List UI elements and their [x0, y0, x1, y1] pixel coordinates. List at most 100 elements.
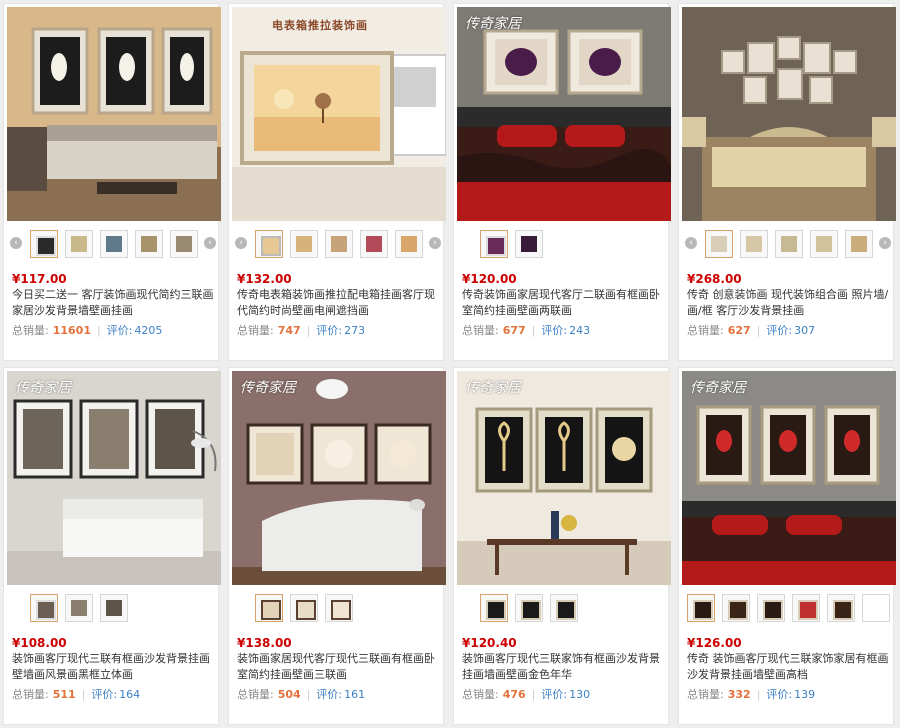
product-card[interactable]: ‹ › ¥268.00 传奇 创意装饰画 现代装饰组合画 照片墙/画/框 客厅沙…: [678, 3, 896, 361]
product-stats: 总销量: 476 | 评价: 130: [462, 686, 666, 702]
thumbnail[interactable]: [550, 594, 578, 622]
thumbnail[interactable]: [515, 594, 543, 622]
product-stats: 总销量: 332 | 评价: 139: [687, 686, 891, 702]
review-count[interactable]: 307: [794, 324, 815, 337]
sales-label: 总销量:: [687, 688, 724, 701]
product-card[interactable]: 传奇家居 ¥120.00 传奇装饰画家居现代客厅二联画有框画卧室简约挂画壁画两联…: [453, 3, 671, 361]
product-card[interactable]: 传奇家居 ¥108.00 装饰画客厅现代三联有框画沙发背景挂画壁墙画风景画黑框立…: [3, 367, 221, 725]
review-label[interactable]: 评价:: [316, 688, 342, 701]
thumbnail[interactable]: [395, 230, 423, 258]
thumbnail[interactable]: [757, 594, 785, 622]
prev-arrow-icon[interactable]: ‹: [685, 237, 697, 249]
product-card[interactable]: 传奇家居 ¥126.00 传奇 装饰画客厅现代三联家饰家居有框画沙发背景挂画墙壁…: [678, 367, 896, 725]
thumbnail[interactable]: [255, 230, 283, 258]
thumbnail[interactable]: [100, 230, 128, 258]
review-label[interactable]: 评价:: [541, 324, 567, 337]
prev-arrow-icon[interactable]: ‹: [10, 237, 22, 249]
product-title[interactable]: 传奇电表箱装饰画推拉配电箱挂画客厅现代简约时尚壁画电闸遮挡画: [237, 287, 441, 319]
next-arrow-icon[interactable]: ›: [204, 237, 216, 249]
product-image[interactable]: 传奇家居: [232, 371, 446, 585]
prev-arrow-icon[interactable]: ‹: [235, 237, 247, 249]
thumbnail[interactable]: [480, 230, 508, 258]
review-count[interactable]: 4205: [134, 324, 162, 337]
thumbnail[interactable]: [740, 230, 768, 258]
review-count[interactable]: 273: [344, 324, 365, 337]
thumbnail[interactable]: [827, 594, 855, 622]
thumbnail[interactable]: [810, 230, 838, 258]
thumbnail[interactable]: [862, 594, 890, 622]
product-image[interactable]: 电表箱推拉装饰画: [232, 7, 446, 221]
thumbnail[interactable]: [792, 594, 820, 622]
review-label[interactable]: 评价:: [91, 688, 117, 701]
next-arrow-icon[interactable]: ›: [879, 237, 891, 249]
thumbnail[interactable]: [30, 594, 58, 622]
thumbnail-image: [71, 236, 87, 252]
next-arrow-icon[interactable]: ›: [429, 237, 441, 249]
review-label[interactable]: 评价:: [766, 688, 792, 701]
sales-count: 476: [502, 688, 526, 701]
review-label[interactable]: 评价:: [766, 324, 792, 337]
review-label[interactable]: 评价:: [541, 688, 567, 701]
product-price: ¥126.00: [687, 636, 742, 650]
thumbnail[interactable]: [687, 594, 715, 622]
thumbnail[interactable]: [290, 230, 318, 258]
product-price: ¥268.00: [687, 272, 742, 286]
divider: |: [531, 688, 536, 701]
product-image[interactable]: [7, 7, 221, 221]
thumbnail[interactable]: [722, 594, 750, 622]
thumbnail[interactable]: [480, 594, 508, 622]
thumbnail[interactable]: [325, 230, 353, 258]
thumbnail[interactable]: [135, 230, 163, 258]
review-count[interactable]: 164: [119, 688, 140, 701]
thumbnail[interactable]: [325, 594, 353, 622]
product-card[interactable]: 传奇家居 ¥138.00 装饰画家居现代客厅现代三联画有框画卧室简约挂画壁画三联…: [228, 367, 446, 725]
thumbnail-image: [331, 600, 351, 620]
thumbnail[interactable]: [255, 594, 283, 622]
product-card[interactable]: 电表箱推拉装饰画 ‹ › ¥132.00 传奇电表箱装饰画推拉配电箱挂画客厅现代…: [228, 3, 446, 361]
sales-label: 总销量:: [462, 688, 499, 701]
product-card[interactable]: 传奇家居 ¥120.40 装饰画客厅现代三联家饰有框画沙发背景挂画墙画壁画金色年…: [453, 367, 671, 725]
thumbnail[interactable]: [290, 594, 318, 622]
thumbnail[interactable]: [170, 230, 198, 258]
thumbnail-image: [746, 236, 762, 252]
product-title[interactable]: 装饰画客厅现代三联有框画沙发背景挂画壁墙画风景画黑框立体画: [12, 651, 216, 683]
thumbnail[interactable]: [65, 230, 93, 258]
product-image[interactable]: 传奇家居: [457, 7, 671, 221]
thumbnail-image: [851, 236, 867, 252]
product-image[interactable]: [682, 7, 896, 221]
thumbnail-image: [711, 236, 727, 252]
thumbnail[interactable]: [65, 594, 93, 622]
thumbnail-image: [816, 236, 832, 252]
product-image[interactable]: 传奇家居: [682, 371, 896, 585]
review-label[interactable]: 评价:: [107, 324, 133, 337]
product-title[interactable]: 传奇 装饰画客厅现代三联家饰家居有框画沙发背景挂画墙壁画高档: [687, 651, 891, 683]
product-image[interactable]: 传奇家居: [457, 371, 671, 585]
thumbnail-strip: [10, 594, 216, 624]
product-title[interactable]: 装饰画客厅现代三联家饰有框画沙发背景挂画墙画壁画金色年华: [462, 651, 666, 683]
thumbnail[interactable]: [775, 230, 803, 258]
review-count[interactable]: 243: [569, 324, 590, 337]
product-card[interactable]: ‹ › ¥117.00 今日买二送一 客厅装饰画现代简约三联画家居沙发背景墙壁画…: [3, 3, 221, 361]
thumbnail-strip: [460, 594, 666, 624]
thumbnail[interactable]: [845, 230, 873, 258]
thumbnail[interactable]: [360, 230, 388, 258]
divider: |: [306, 688, 311, 701]
product-image[interactable]: 传奇家居: [7, 371, 221, 585]
thumbnail-image: [106, 236, 122, 252]
sales-count: 627: [727, 324, 751, 337]
thumbnail[interactable]: [515, 230, 543, 258]
product-title[interactable]: 传奇装饰画家居现代客厅二联画有框画卧室简约挂画壁画两联画: [462, 287, 666, 319]
product-title[interactable]: 传奇 创意装饰画 现代装饰组合画 照片墙/画/框 客厅沙发背景挂画: [687, 287, 891, 319]
product-title[interactable]: 今日买二送一 客厅装饰画现代简约三联画家居沙发背景墙壁画挂画: [12, 287, 216, 319]
sales-label: 总销量:: [687, 324, 724, 337]
thumbnail[interactable]: [100, 594, 128, 622]
thumbnail-image: [106, 600, 122, 616]
review-count[interactable]: 139: [794, 688, 815, 701]
product-title[interactable]: 装饰画家居现代客厅现代三联画有框画卧室简约挂画壁画三联画: [237, 651, 441, 683]
review-count[interactable]: 161: [344, 688, 365, 701]
review-label[interactable]: 评价:: [316, 324, 342, 337]
thumbnail-image: [693, 600, 713, 620]
review-count[interactable]: 130: [569, 688, 590, 701]
thumbnail[interactable]: [705, 230, 733, 258]
thumbnail[interactable]: [30, 230, 58, 258]
